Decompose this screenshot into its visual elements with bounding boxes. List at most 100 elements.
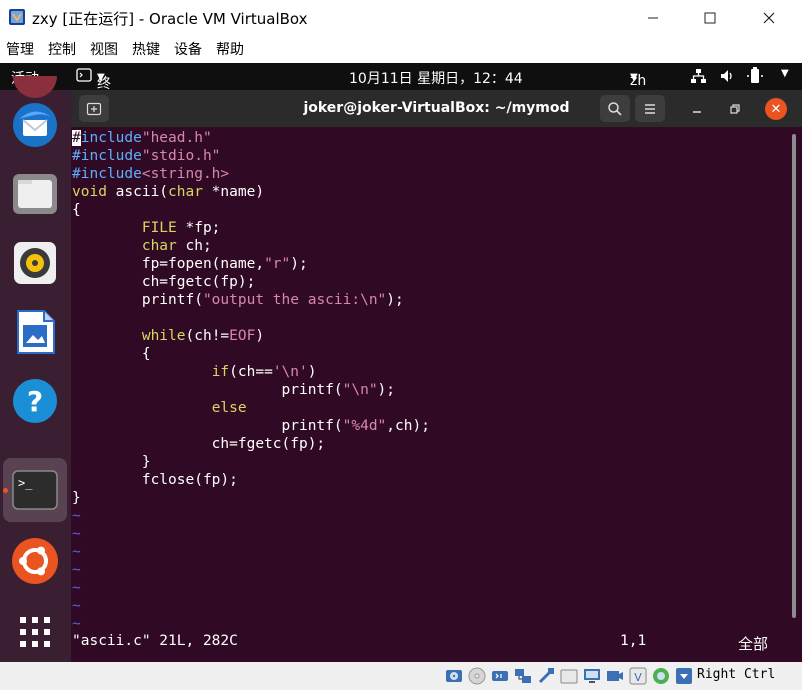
code-line: void ascii(char *name) <box>72 184 265 200</box>
terminal-window: joker@joker-VirtualBox: ~/mymod ✕ #inclu… <box>71 90 802 662</box>
empty-buffer-line: ~ <box>72 526 81 542</box>
minimize-icon <box>648 17 658 18</box>
virtualbox-icon <box>9 9 25 25</box>
terminal-close-button[interactable]: ✕ <box>765 98 787 120</box>
scrollbar-thumb[interactable] <box>792 134 796 618</box>
empty-buffer-line: ~ <box>72 598 81 614</box>
optical-drive-icon[interactable] <box>468 667 486 685</box>
menu-hotkeys[interactable]: 热键 <box>132 39 160 59</box>
input-method-label: zh <box>630 73 647 89</box>
dock-rhythmbox[interactable] <box>11 239 59 287</box>
host-key-arrow-icon[interactable] <box>675 667 693 685</box>
svg-text:?: ? <box>27 385 43 418</box>
vim-status-line: "ascii.c" 21L, 282C 1,1 全部 <box>72 633 787 653</box>
terminal-minimize-button[interactable] <box>685 97 709 121</box>
empty-buffer-line: ~ <box>72 508 81 524</box>
terminal-headerbar: joker@joker-VirtualBox: ~/mymod ✕ <box>71 90 802 127</box>
grid-icon <box>20 617 50 647</box>
code-line: } <box>72 454 151 470</box>
hard-disk-icon[interactable] <box>445 667 463 685</box>
code-line: #include"stdio.h" <box>72 148 221 164</box>
speaker-icon <box>14 242 56 284</box>
empty-buffer-line: ~ <box>72 562 81 578</box>
code-line: char ch; <box>141 238 212 254</box>
app-menu-button[interactable]: 终端 ▼ <box>97 68 111 112</box>
code-line: fclose(fp); <box>72 472 238 488</box>
code-line: if(ch=='\n') <box>211 364 317 380</box>
empty-buffer-line: ~ <box>72 544 81 560</box>
code-line: } <box>72 490 81 506</box>
code-line: else <box>211 400 247 416</box>
ubuntu-dock: ? >_ <box>0 76 71 662</box>
network-adapter-icon[interactable] <box>514 667 532 685</box>
code-line: printf("%4d",ch); <box>72 418 430 434</box>
dock-terminal[interactable]: >_ <box>11 466 59 514</box>
host-window-title: zxy [正在运行] - Oracle VM VirtualBox <box>32 10 308 28</box>
virtualization-icon[interactable]: V <box>629 667 647 685</box>
code-line: while(ch!=EOF) <box>141 328 265 344</box>
close-icon: ✕ <box>770 101 782 117</box>
system-menu-chevron-icon[interactable]: ▼ <box>781 68 789 79</box>
code-line: printf("\n"); <box>72 382 396 398</box>
code-line: ch=fgetc(fp); <box>72 274 256 290</box>
vim-buffer[interactable]: #include"head.h" #include"stdio.h" #includ… <box>72 129 787 633</box>
restore-icon <box>730 104 740 114</box>
hamburger-menu-button[interactable] <box>635 95 665 122</box>
minimize-icon <box>693 111 701 113</box>
display-icon[interactable] <box>583 667 601 685</box>
dock-files[interactable] <box>11 170 59 218</box>
terminal-app-icon <box>76 67 92 87</box>
volume-icon[interactable] <box>719 68 735 88</box>
dock-ubuntu-software[interactable] <box>11 537 59 585</box>
code-line: #include<string.h> <box>72 166 230 182</box>
vim-scroll-indicator: 全部 <box>738 635 769 653</box>
menu-manage[interactable]: 管理 <box>6 39 34 59</box>
usb-icon[interactable] <box>537 667 555 685</box>
host-menubar: 管理 控制 视图 热键 设备 帮助 <box>0 35 802 63</box>
code-line: { <box>72 202 81 218</box>
minimize-button[interactable] <box>630 0 676 35</box>
dock-libreoffice-writer[interactable] <box>11 308 59 356</box>
terminal-maximize-button[interactable] <box>723 97 747 121</box>
clock[interactable]: 10月11日 星期日，12：44 <box>349 68 523 88</box>
menu-view[interactable]: 视图 <box>90 39 118 59</box>
input-method-button[interactable]: zh ▼ <box>630 68 646 89</box>
terminal-scrollbar[interactable] <box>789 130 799 620</box>
thunderbird-icon <box>13 103 57 147</box>
gnome-topbar: 活动 终端 ▼ 10月11日 星期日，12：44 zh ▼ ▼ <box>0 63 802 112</box>
shared-folders-icon[interactable] <box>560 667 578 685</box>
code-line: fp=fopen(name,"r"); <box>72 256 308 272</box>
menu-help[interactable]: 帮助 <box>216 39 244 59</box>
folder-icon <box>13 174 57 214</box>
dock-help[interactable]: ? <box>11 377 59 425</box>
svg-text:V: V <box>634 671 642 684</box>
maximize-button[interactable] <box>687 0 733 35</box>
hamburger-icon <box>645 103 655 114</box>
video-capture-icon[interactable] <box>606 667 624 685</box>
terminal-icon: >_ <box>12 470 58 510</box>
audio-icon[interactable] <box>491 667 509 685</box>
menu-devices[interactable]: 设备 <box>174 39 202 59</box>
menu-control[interactable]: 控制 <box>48 39 76 59</box>
code-line: ch=fgetc(fp); <box>72 436 326 452</box>
vim-file-info: "ascii.c" 21L, 282C <box>72 633 238 649</box>
dock-thunderbird[interactable] <box>11 101 59 149</box>
dock-show-applications[interactable] <box>11 608 59 656</box>
svg-text:>_: >_ <box>18 476 33 490</box>
empty-buffer-line: ~ <box>72 616 81 632</box>
code-line: { <box>72 346 151 362</box>
network-icon[interactable] <box>690 68 707 88</box>
ubuntu-logo-icon <box>12 538 58 584</box>
guest-additions-icon[interactable] <box>652 667 670 685</box>
code-line: printf("output the ascii:\n"); <box>72 292 404 308</box>
search-button[interactable] <box>600 95 630 122</box>
vbox-statusbar: V Right Ctrl <box>0 662 802 690</box>
close-button[interactable] <box>746 0 792 35</box>
help-icon: ? <box>13 379 57 423</box>
code-line: FILE *fp; <box>141 220 221 236</box>
battery-icon[interactable] <box>745 67 765 89</box>
code-line: #include"head.h" <box>72 130 212 146</box>
maximize-icon <box>704 12 716 23</box>
host-window-titlebar: zxy [正在运行] - Oracle VM VirtualBox <box>0 0 802 35</box>
